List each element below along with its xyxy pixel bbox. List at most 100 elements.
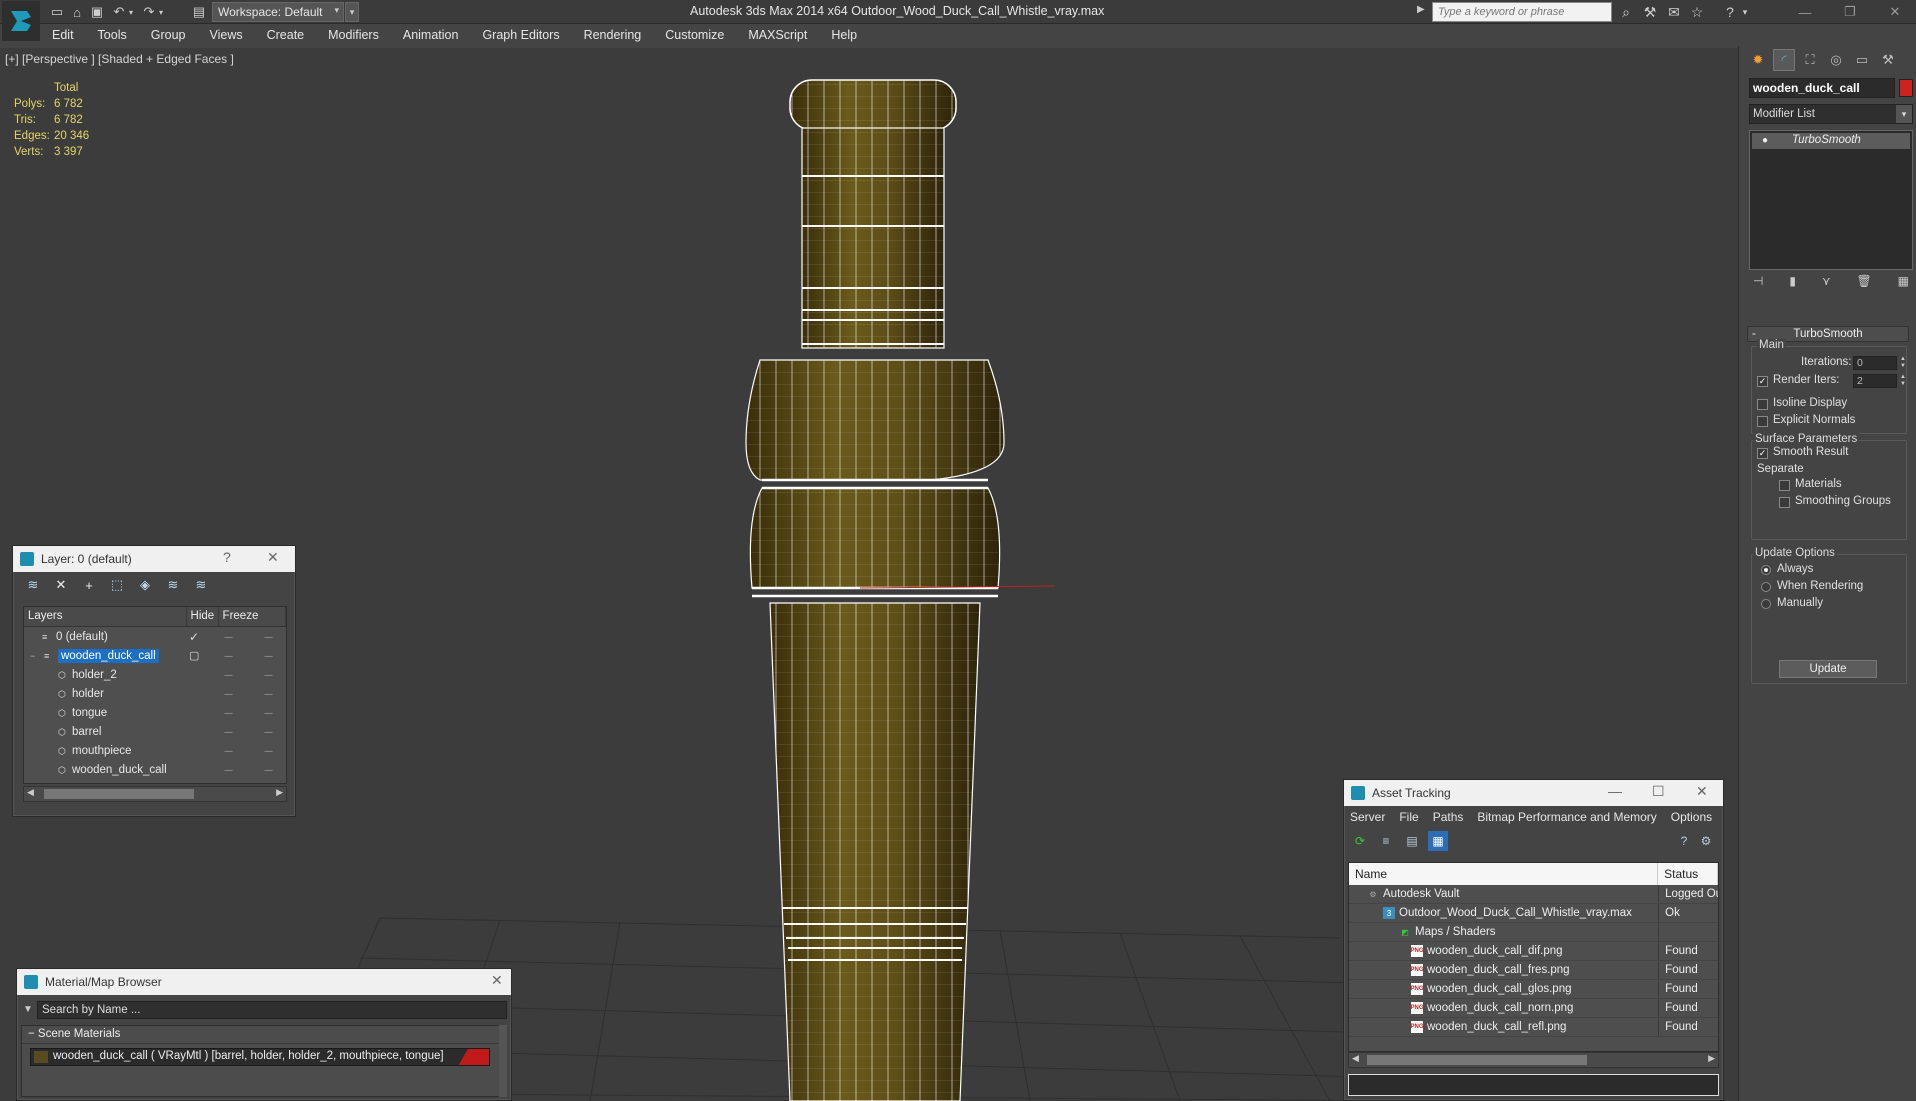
separate-smoothing-groups-checkbox[interactable] <box>1779 497 1790 508</box>
scrollbar-thumb[interactable] <box>1367 1055 1587 1065</box>
spinner-arrows-icon[interactable]: ▲ ▼ <box>1899 374 1907 388</box>
column-layers[interactable]: Layers <box>24 607 187 626</box>
communication-icon[interactable]: ✉ <box>1665 3 1683 21</box>
isoline-display-checkbox[interactable] <box>1757 399 1768 410</box>
object-row[interactable]: ⬡ wooden_duck_call ---- ---- <box>24 760 286 779</box>
search-input[interactable]: Type a keyword or phrase <box>1432 2 1612 22</box>
help-dropdown-icon[interactable]: ▾ <box>1740 3 1750 21</box>
asset-horizontal-scrollbar[interactable]: ◀ ▶ <box>1348 1052 1719 1068</box>
hide-toggle[interactable]: ---- <box>224 765 233 775</box>
hide-toggle[interactable]: ---- <box>224 651 233 661</box>
asset-row[interactable]: PNG wooden_duck_call_norn.png Found <box>1349 999 1718 1018</box>
asset-row[interactable]: PNG wooden_duck_call_refl.png Found <box>1349 1018 1718 1037</box>
layer-row[interactable]: − ≡ wooden_duck_call ▢ ---- ---- <box>24 646 286 665</box>
thumbnail-view-icon[interactable]: ▤ <box>1402 831 1422 851</box>
modifier-list-dropdown[interactable]: Modifier List ▾ <box>1749 104 1913 124</box>
object-row[interactable]: ⬡ barrel ---- ---- <box>24 722 286 741</box>
restore-window-button[interactable]: ❐ <box>1835 2 1865 22</box>
menu-create[interactable]: Create <box>255 28 317 42</box>
configure-sets-icon[interactable]: ▦ <box>1898 274 1909 294</box>
hide-toggle[interactable]: ---- <box>224 708 233 718</box>
asset-menu-server[interactable]: Server <box>1350 810 1385 824</box>
hide-toggle[interactable]: ---- <box>224 727 233 737</box>
object-row[interactable]: ⬡ holder ---- ---- <box>24 684 286 703</box>
open-file-icon[interactable]: ⌂ <box>68 3 86 21</box>
column-freeze[interactable]: Freeze <box>219 607 286 626</box>
asset-menu-paths[interactable]: Paths <box>1433 810 1464 824</box>
freeze-toggle[interactable]: ---- <box>264 632 273 642</box>
object-name-field[interactable]: wooden_duck_call <box>1749 78 1895 98</box>
update-when-rendering-radio[interactable] <box>1761 582 1771 592</box>
freeze-toggle[interactable]: ---- <box>264 727 273 737</box>
asset-menu-file[interactable]: File <box>1399 810 1418 824</box>
scroll-right-icon[interactable]: ▶ <box>276 787 283 798</box>
update-always-radio[interactable] <box>1761 565 1771 575</box>
active-layer-check-icon[interactable]: ✓ <box>189 630 199 644</box>
add-layer-icon[interactable]: + <box>79 575 99 595</box>
freeze-toggle[interactable]: ---- <box>264 651 273 661</box>
close-icon[interactable]: ✕ <box>491 972 503 989</box>
material-item[interactable]: wooden_duck_call ( VRayMtl ) [barrel, ho… <box>30 1048 490 1066</box>
scrollbar-thumb[interactable] <box>44 789 194 799</box>
modifier-stack-item[interactable]: ● TurboSmooth <box>1752 133 1910 149</box>
iterations-spinner[interactable]: 0 <box>1853 356 1897 370</box>
scroll-left-icon[interactable]: ◀ <box>1352 1053 1359 1064</box>
render-iters-checkbox[interactable]: ✓ <box>1757 376 1768 387</box>
hide-toggle[interactable]: ---- <box>224 689 233 699</box>
freeze-toggle[interactable]: ---- <box>264 670 273 680</box>
modify-tab-icon[interactable]: ◜ <box>1773 49 1795 71</box>
explicit-normals-checkbox[interactable] <box>1757 416 1768 427</box>
menu-help[interactable]: Help <box>819 28 869 42</box>
freeze-all-layers-icon[interactable]: ≋ <box>191 575 211 595</box>
utilities-tab-icon[interactable]: ⚒ <box>1877 49 1899 71</box>
select-objects-icon[interactable]: ⬚ <box>107 575 127 595</box>
asset-row[interactable]: PNG wooden_duck_call_glos.png Found <box>1349 980 1718 999</box>
menu-group[interactable]: Group <box>139 28 198 42</box>
scene-materials-header[interactable]: − Scene Materials <box>22 1026 500 1044</box>
material-search-input[interactable]: Search by Name ... <box>37 1001 507 1019</box>
create-tab-icon[interactable]: ✹ <box>1747 49 1769 71</box>
spinner-arrows-icon[interactable]: ▲ ▼ <box>1899 356 1907 370</box>
object-row[interactable]: ⬡ mouthpiece ---- ---- <box>24 741 286 760</box>
layer-properties-icon[interactable]: ≋ <box>23 575 43 595</box>
asset-path-field[interactable] <box>1348 1074 1719 1096</box>
menu-modifiers[interactable]: Modifiers <box>316 28 391 42</box>
app-logo-button[interactable] <box>2 1 40 41</box>
update-manually-radio[interactable] <box>1761 599 1771 609</box>
freeze-toggle[interactable]: ---- <box>264 689 273 699</box>
object-row[interactable]: ⬡ tongue ---- ---- <box>24 703 286 722</box>
update-button[interactable]: Update <box>1779 660 1877 678</box>
save-file-icon[interactable]: ▣ <box>88 3 106 21</box>
close-window-button[interactable]: ✕ <box>1880 2 1910 22</box>
menu-maxscript[interactable]: MAXScript <box>736 28 819 42</box>
set-current-layer-icon[interactable]: ▢ <box>189 649 199 662</box>
undo-dropdown-icon[interactable]: ▾ <box>126 3 136 21</box>
show-end-result-icon[interactable]: ▮ <box>1789 274 1796 294</box>
menu-animation[interactable]: Animation <box>391 28 471 42</box>
remove-modifier-icon[interactable]: 🗑 <box>1857 274 1872 294</box>
hide-all-layers-icon[interactable]: ≋ <box>163 575 183 595</box>
hide-toggle[interactable]: ---- <box>224 670 233 680</box>
help-icon[interactable]: ? <box>1674 831 1694 851</box>
separate-materials-checkbox[interactable] <box>1779 480 1790 491</box>
material-browser-titlebar[interactable]: Material/Map Browser ✕ <box>17 969 511 995</box>
project-folder-icon[interactable]: ▤ <box>190 3 208 21</box>
expand-icon[interactable]: − <box>30 651 40 661</box>
collapse-icon[interactable]: − <box>28 1028 38 1040</box>
binoculars-icon[interactable]: ⌕ <box>1617 3 1635 21</box>
menu-customize[interactable]: Customize <box>653 28 736 42</box>
asset-tracking-titlebar[interactable]: Asset Tracking — ☐ ✕ <box>1344 780 1723 806</box>
maximize-icon[interactable]: ☐ <box>1652 783 1665 800</box>
make-unique-icon[interactable]: ⋎ <box>1822 274 1831 294</box>
freeze-toggle[interactable]: ---- <box>264 765 273 775</box>
subscription-icon[interactable]: ⚒ <box>1641 3 1659 21</box>
menu-graph-editors[interactable]: Graph Editors <box>470 28 571 42</box>
hierarchy-tab-icon[interactable]: ⛶ <box>1799 49 1821 71</box>
workspace-dropdown[interactable]: Workspace: Default ▾ <box>212 2 344 22</box>
render-iters-spinner[interactable]: 2 <box>1853 374 1897 388</box>
close-icon[interactable]: ✕ <box>1696 783 1708 800</box>
pin-stack-icon[interactable]: ⊣ <box>1753 274 1763 294</box>
search-expand-icon[interactable]: ▶ <box>1417 4 1425 15</box>
help-icon[interactable]: ? <box>1721 3 1739 21</box>
layer-panel-titlebar[interactable]: Layer: 0 (default) ? ✕ <box>13 546 295 572</box>
